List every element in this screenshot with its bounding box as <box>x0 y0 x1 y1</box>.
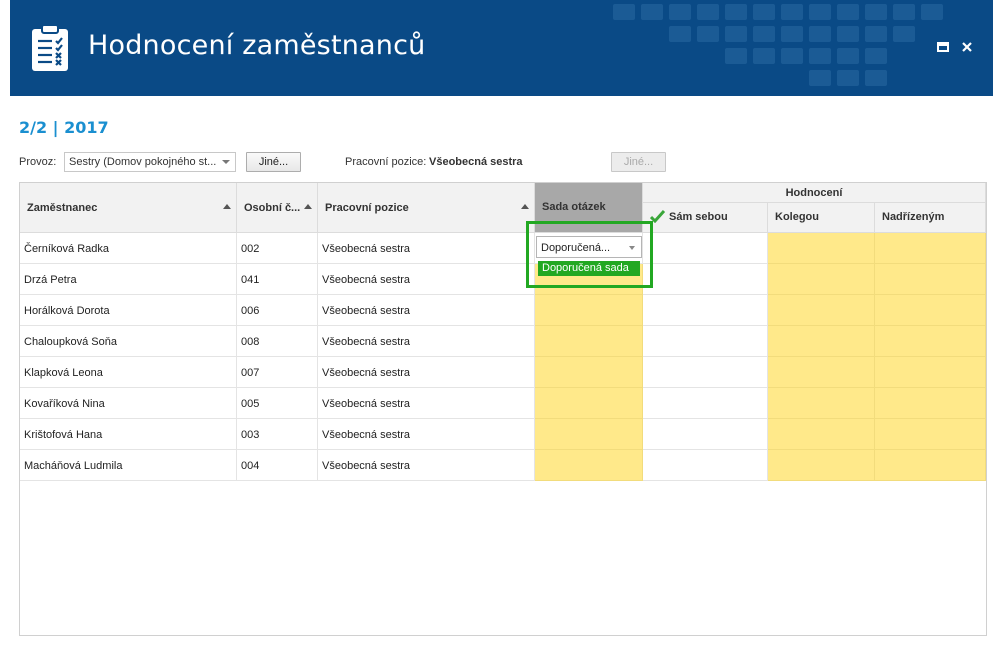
cell-employee-name[interactable]: Chaloupková Soňa <box>20 326 237 357</box>
table-row[interactable]: Chaloupková Soňa 008 Všeobecná sestra <box>20 326 986 357</box>
cell-colleague-eval[interactable] <box>768 326 875 357</box>
cell-self-eval[interactable] <box>643 450 768 481</box>
cell-position[interactable]: Všeobecná sestra <box>318 419 535 450</box>
pozice-value: Všeobecná sestra <box>429 156 523 168</box>
cell-question-set[interactable] <box>535 295 643 326</box>
maximize-icon[interactable] <box>936 40 950 54</box>
cell-question-set[interactable] <box>535 357 643 388</box>
cell-question-set[interactable] <box>535 450 643 481</box>
cell-superior-eval[interactable] <box>875 295 986 326</box>
cell-question-set[interactable] <box>535 326 643 357</box>
cell-colleague-eval[interactable] <box>768 419 875 450</box>
cell-position[interactable]: Všeobecná sestra <box>318 388 535 419</box>
column-header-superior[interactable]: Nadřízeným <box>875 203 986 233</box>
app-header: Hodnocení zaměstnanců <box>10 0 993 96</box>
provoz-label: Provoz: <box>19 156 57 168</box>
cell-employee-name[interactable]: Krištofová Hana <box>20 419 237 450</box>
cell-self-eval[interactable] <box>643 264 768 295</box>
cell-personal-no[interactable]: 041 <box>237 264 318 295</box>
cell-personal-no[interactable]: 008 <box>237 326 318 357</box>
cell-position[interactable]: Všeobecná sestra <box>318 357 535 388</box>
table-row[interactable]: Drzá Petra 041 Všeobecná sestra <box>20 264 986 295</box>
cell-employee-name[interactable]: Macháňová Ludmila <box>20 450 237 481</box>
cell-self-eval[interactable] <box>643 326 768 357</box>
cell-position[interactable]: Všeobecná sestra <box>318 450 535 481</box>
cell-colleague-eval[interactable] <box>768 264 875 295</box>
cell-employee-name[interactable]: Horálková Dorota <box>20 295 237 326</box>
cell-superior-eval[interactable] <box>875 388 986 419</box>
cell-colleague-eval[interactable] <box>768 357 875 388</box>
cell-colleague-eval[interactable] <box>768 233 875 264</box>
cell-position[interactable]: Všeobecná sestra <box>318 295 535 326</box>
column-header-personal-no[interactable]: Osobní č... <box>237 183 318 233</box>
cell-self-eval[interactable] <box>643 357 768 388</box>
cell-self-eval[interactable] <box>643 388 768 419</box>
column-header-position[interactable]: Pracovní pozice <box>318 183 535 233</box>
sort-asc-icon <box>223 204 231 209</box>
cell-colleague-eval[interactable] <box>768 295 875 326</box>
sort-asc-icon <box>521 204 529 209</box>
column-header-colleague[interactable]: Kolegou <box>768 203 875 233</box>
cell-self-eval[interactable] <box>643 419 768 450</box>
cell-position[interactable]: Všeobecná sestra <box>318 264 535 295</box>
provoz-other-button[interactable]: Jiné... <box>246 152 301 172</box>
header-pattern <box>613 4 943 86</box>
provoz-select-value: Sestry (Domov pokojného st... <box>69 156 217 168</box>
chevron-down-icon <box>629 246 635 250</box>
provoz-select[interactable]: Sestry (Domov pokojného st... <box>64 152 236 172</box>
period-label: 2/2 | 2017 <box>19 118 109 137</box>
cell-personal-no[interactable]: 007 <box>237 357 318 388</box>
employee-grid: Zaměstnanec Osobní č... Pracovní pozice … <box>19 182 987 636</box>
cell-colleague-eval[interactable] <box>768 388 875 419</box>
cell-superior-eval[interactable] <box>875 419 986 450</box>
cell-employee-name[interactable]: Kovaříková Nina <box>20 388 237 419</box>
table-row[interactable]: Krištofová Hana 003 Všeobecná sestra <box>20 419 986 450</box>
cell-personal-no[interactable]: 004 <box>237 450 318 481</box>
cell-position[interactable]: Všeobecná sestra <box>318 233 535 264</box>
table-row[interactable]: Horálková Dorota 006 Všeobecná sestra <box>20 295 986 326</box>
pozice-other-button[interactable]: Jiné... <box>611 152 666 172</box>
table-row[interactable]: Klapková Leona 007 Všeobecná sestra <box>20 357 986 388</box>
cell-superior-eval[interactable] <box>875 357 986 388</box>
cell-superior-eval[interactable] <box>875 264 986 295</box>
cell-superior-eval[interactable] <box>875 450 986 481</box>
table-row[interactable]: Kovaříková Nina 005 Všeobecná sestra <box>20 388 986 419</box>
cell-personal-no[interactable]: 003 <box>237 419 318 450</box>
sort-asc-icon <box>304 204 312 209</box>
column-group-evaluation: Hodnocení <box>643 183 986 203</box>
close-icon[interactable] <box>960 40 974 54</box>
cell-self-eval[interactable] <box>643 295 768 326</box>
chevron-down-icon <box>222 160 230 164</box>
cell-question-set[interactable] <box>535 388 643 419</box>
cell-employee-name[interactable]: Drzá Petra <box>20 264 237 295</box>
table-row[interactable]: Černíková Radka 002 Všeobecná sestra <box>20 233 986 264</box>
column-header-employee[interactable]: Zaměstnanec <box>20 183 237 233</box>
cell-question-set[interactable] <box>535 419 643 450</box>
cell-personal-no[interactable]: 006 <box>237 295 318 326</box>
cell-superior-eval[interactable] <box>875 233 986 264</box>
question-set-dropdown-value: Doporučená... <box>541 242 611 254</box>
cell-personal-no[interactable]: 002 <box>237 233 318 264</box>
question-set-dropdown[interactable]: Doporučená... <box>536 236 642 258</box>
app-title: Hodnocení zaměstnanců <box>88 30 426 61</box>
table-row[interactable]: Macháňová Ludmila 004 Všeobecná sestra <box>20 450 986 481</box>
cell-superior-eval[interactable] <box>875 326 986 357</box>
dropdown-option[interactable]: Doporučená sada <box>538 261 640 276</box>
cell-employee-name[interactable]: Klapková Leona <box>20 357 237 388</box>
cell-self-eval[interactable] <box>643 233 768 264</box>
cell-position[interactable]: Všeobecná sestra <box>318 326 535 357</box>
cell-employee-name[interactable]: Černíková Radka <box>20 233 237 264</box>
pozice-label: Pracovní pozice: <box>345 156 427 168</box>
clipboard-checklist-icon <box>32 24 68 71</box>
column-header-self[interactable]: Sám sebou <box>643 203 768 233</box>
cell-personal-no[interactable]: 005 <box>237 388 318 419</box>
cell-colleague-eval[interactable] <box>768 450 875 481</box>
